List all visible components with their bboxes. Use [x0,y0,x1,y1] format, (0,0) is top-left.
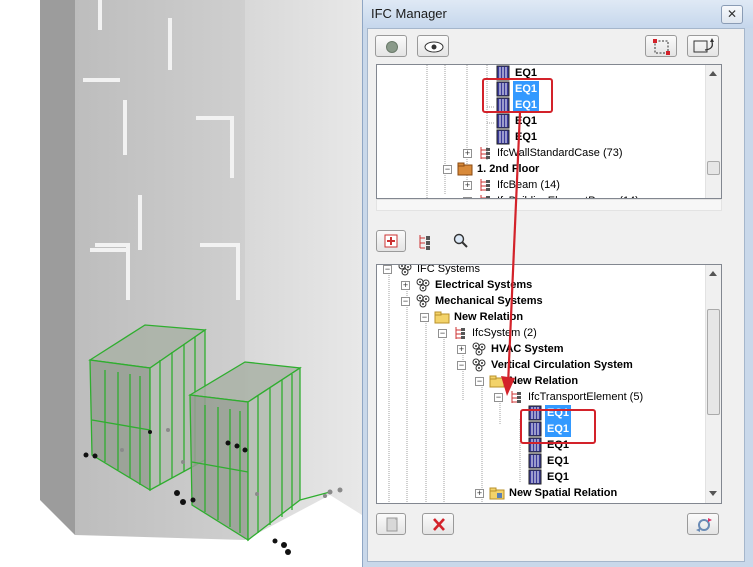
expander-toggle-icon[interactable]: − [475,377,484,386]
highlight-box-top [482,78,553,113]
equipment-icon [527,469,543,485]
folder-icon [434,309,450,325]
title-bar[interactable]: IFC Manager ✕ [363,0,753,28]
systems-icon [397,265,413,277]
new-item-icon [386,517,398,532]
scroll-down-arrow-icon[interactable] [709,491,717,496]
expander-toggle-icon[interactable]: + [457,345,466,354]
model-view [40,0,362,555]
new-item-button[interactable] [376,513,406,535]
expander-toggle-icon[interactable]: − [383,265,392,274]
class-icon [452,325,468,341]
tree-node-label: EQ1 [547,471,570,483]
visibility-toggle-button[interactable] [375,35,407,57]
magnifier-icon [453,233,468,248]
scroll-up-arrow-icon[interactable] [709,271,717,276]
select-frame-icon [653,39,670,55]
eye-icon [424,41,444,53]
tower-left-face [40,0,75,535]
top-tree-hscrollbar[interactable] [376,199,722,211]
tree-node-label: IFC Systems [417,264,480,275]
3d-viewport[interactable] [0,0,362,567]
equipment-icon [527,453,543,469]
expander-toggle-icon[interactable]: − [401,297,410,306]
systems-icon [415,293,431,309]
add-relation-icon [384,234,398,248]
tree-icon [419,235,430,250]
window-title: IFC Manager [371,6,447,21]
tree-node-label: EQ1 [547,455,570,467]
expander-toggle-icon[interactable]: + [463,181,472,190]
add-relation-button[interactable] [376,230,406,252]
systems-tree-panel[interactable]: − IFC Systems + Electrical Systems − Mechanic… [376,264,722,504]
expander-toggle-icon[interactable]: − [457,361,466,370]
highlight-box-bottom [520,409,596,444]
systems-icon [471,357,487,373]
select-in-model-button[interactable] [645,35,677,57]
tree-view-button[interactable] [416,233,434,251]
close-button[interactable]: ✕ [721,5,743,24]
scroll-thumb[interactable] [707,309,720,415]
search-button[interactable] [452,232,470,250]
expander-toggle-icon[interactable]: − [443,165,452,174]
top-tree-scrollbar[interactable] [705,65,721,198]
expander-toggle-icon[interactable]: + [463,149,472,158]
delete-icon [433,518,445,531]
systems-icon [415,277,431,293]
ifc-manager-window: IFC Manager ✕ EQ1 EQ1 EQ1 EQ1 EQ1 + IfcW… [362,0,753,567]
scroll-up-arrow-icon[interactable] [709,71,717,76]
storey-icon [457,161,473,177]
tree-node-label: IfcTransportElement (5) [528,391,644,403]
zoom-to-selection-button[interactable] [687,35,719,57]
settings-arrows-icon [696,518,712,532]
spatial-folder-icon [489,485,505,501]
connector-arrow [501,111,522,396]
systems-icon [471,341,487,357]
frame-arrow-icon [693,38,714,53]
bottom-tree-scrollbar[interactable] [705,265,721,503]
expander-toggle-icon[interactable]: − [420,313,429,322]
expander-toggle-icon[interactable]: + [475,489,484,498]
expander-toggle-icon[interactable]: − [438,329,447,338]
delete-button[interactable] [422,513,454,535]
show-hide-button[interactable] [417,35,449,57]
expander-toggle-icon[interactable]: + [401,281,410,290]
scroll-thumb[interactable] [707,161,720,175]
window-client: EQ1 EQ1 EQ1 EQ1 EQ1 + IfcWallStandardCase (73)… [367,28,745,562]
settings-button[interactable] [687,513,719,535]
gray-circle-icon [386,41,398,53]
tree-node-label: New Spatial Relation [509,487,618,499]
